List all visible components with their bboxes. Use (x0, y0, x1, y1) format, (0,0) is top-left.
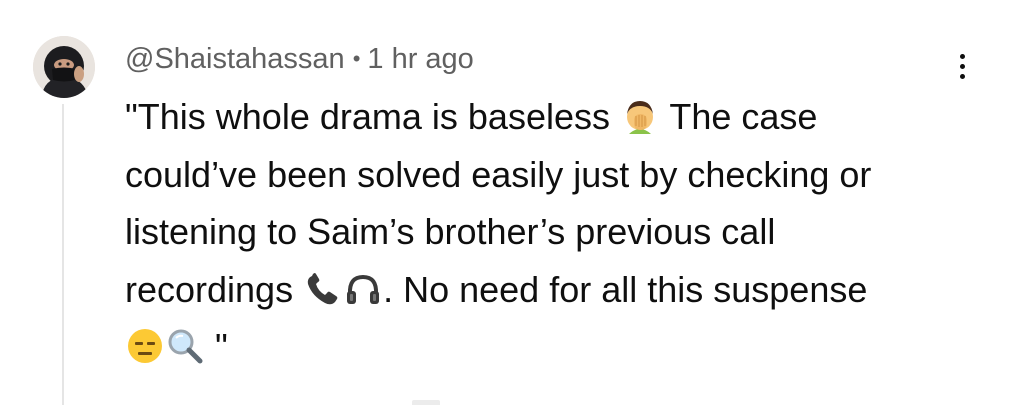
comment-text-segment: The case (659, 96, 818, 137)
expressionless-face-emoji (125, 326, 165, 366)
comment-line: recordings . No need for all this suspen… (125, 261, 995, 319)
comment-line: could’ve been solved easily just by chec… (125, 153, 872, 195)
comment-text-segment: . No need for all this suspense (383, 268, 868, 310)
comment-line: listening to Saim’s brother’s previous c… (125, 211, 776, 252)
comment-timestamp[interactable]: 1 hr ago (367, 43, 473, 76)
more-vertical-icon-dot (959, 63, 965, 69)
magnifying-glass-emoji (165, 326, 205, 366)
comment: @Shaistahassan • 1 hr ago "This whole dr… (0, 0, 1024, 405)
author-name[interactable]: @Shaistahassan (125, 43, 345, 76)
avatar[interactable] (33, 36, 95, 98)
user-avatar-icon (33, 36, 95, 98)
comment-line: " (125, 318, 995, 376)
meta-separator: • (352, 46, 361, 71)
comment-text-segment: " (205, 326, 228, 367)
man-facepalming-emoji (620, 96, 660, 136)
more-vertical-icon-dot (959, 73, 965, 79)
more-options-button[interactable] (944, 46, 980, 86)
comment-text: "This whole drama is baseless The case c… (125, 88, 995, 376)
thread-line (62, 104, 64, 405)
telephone-receiver-emoji (303, 269, 343, 309)
more-vertical-icon (959, 53, 965, 59)
comment-text-segment: "This whole drama is baseless (125, 96, 620, 137)
comment-meta: @Shaistahassan • 1 hr ago (125, 40, 474, 78)
comment-text-segment: recordings (125, 268, 304, 310)
bottom-action-hint (412, 400, 440, 405)
comment-line: "This whole drama is baseless The case (125, 88, 995, 146)
headphone-emoji (343, 269, 383, 309)
